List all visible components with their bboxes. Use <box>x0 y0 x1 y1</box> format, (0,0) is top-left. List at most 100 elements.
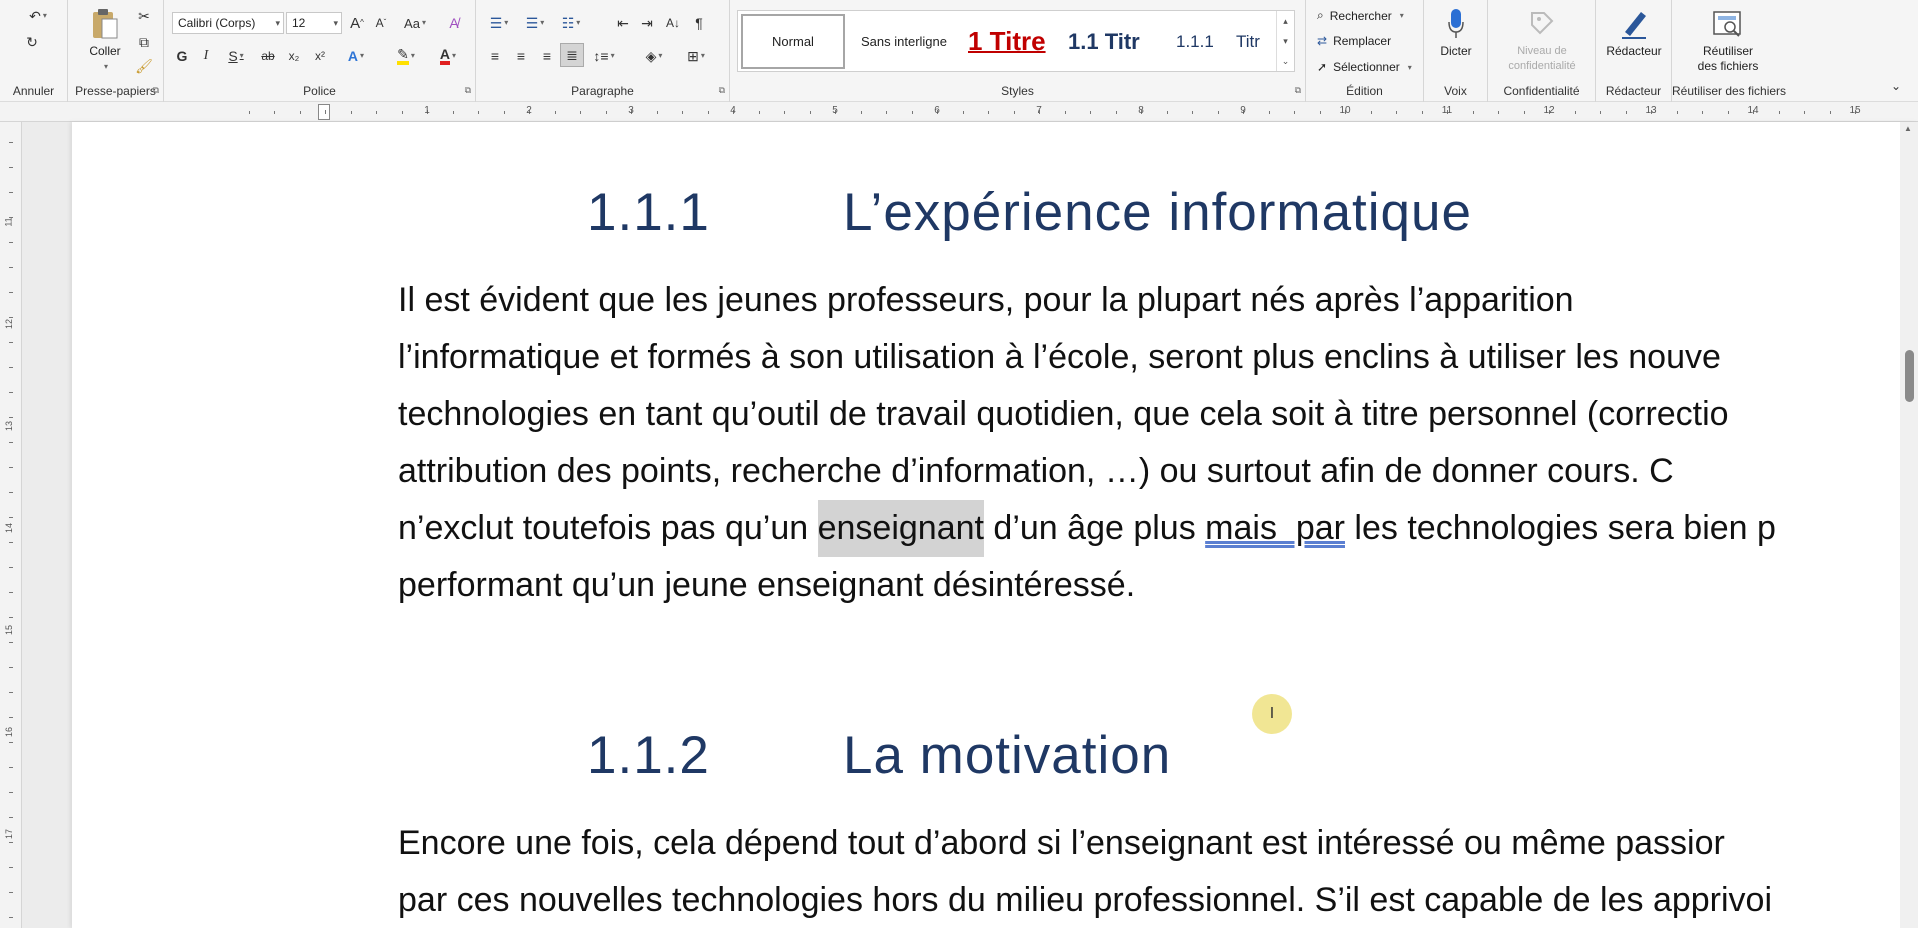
italic-button[interactable]: I <box>196 44 216 68</box>
voice-group: Dicter Voix <box>1424 0 1488 102</box>
dictate-button[interactable]: Dicter <box>1430 6 1482 59</box>
chevron-up-icon[interactable]: ▴ <box>1283 16 1288 27</box>
font-name-combo[interactable]: Calibri (Corps) ▾ <box>172 12 284 34</box>
dialog-launcher-icon[interactable]: ⧉ <box>465 85 471 96</box>
paragraph-1[interactable]: Il est évident que les jeunes professeur… <box>398 272 1918 614</box>
chevron-down-icon[interactable]: ▾ <box>1283 36 1288 47</box>
more-styles-icon[interactable]: ⌄ <box>1282 56 1290 67</box>
style-heading-4[interactable]: Titr <box>1232 14 1276 69</box>
heading-1-1-1[interactable]: 1.1.1 L’expérience informatique <box>587 182 1587 252</box>
multilevel-list-button[interactable]: ☷ ▾ <box>556 11 586 35</box>
strikethrough-button[interactable]: ab <box>256 44 280 68</box>
reuse-files-label-line2: des fichiers <box>1697 59 1759 73</box>
copy-button[interactable]: ⧉ <box>132 30 156 54</box>
highlight-color-button[interactable]: ✎ ▾ <box>388 44 424 68</box>
subscript-button[interactable]: x₂ <box>282 44 306 68</box>
ruler-tick <box>9 917 13 918</box>
dialog-launcher-icon[interactable]: ⧉ <box>153 85 159 96</box>
sensitivity-button[interactable]: Niveau de confidentialité <box>1492 6 1592 74</box>
shading-button[interactable]: ◈ ▾ <box>638 44 670 68</box>
ruler-tick <box>274 111 275 114</box>
ruler-tick <box>9 567 13 568</box>
paint-bucket-icon: ◈ <box>645 48 657 64</box>
decrease-indent-button[interactable]: ⇤ <box>612 11 634 35</box>
paste-button[interactable]: Coller ▾ <box>80 6 130 74</box>
superscript-button[interactable]: x² <box>308 44 332 68</box>
ruler-number: 3 <box>628 105 634 116</box>
line-spacing-button[interactable]: ↕≡ ▾ <box>588 44 620 68</box>
grow-font-icon: A <box>350 14 361 32</box>
dialog-launcher-icon[interactable]: ⧉ <box>719 85 725 96</box>
cut-button[interactable]: ✂ <box>132 4 156 28</box>
confidentiality-group-label: Confidentialité <box>1503 84 1580 98</box>
collapse-ribbon-button[interactable]: ⌄ <box>1884 76 1908 96</box>
grammar-flag[interactable]: mais par <box>1205 500 1345 557</box>
reuse-files-button[interactable]: Réutiliser des fichiers <box>1678 6 1778 74</box>
replace-button[interactable]: ⇄ Remplacer <box>1317 34 1391 48</box>
line-text: n’exclut toutefois pas qu’un <box>398 509 818 547</box>
editor-button[interactable]: Rédacteur <box>1600 6 1668 59</box>
find-label: Rechercher <box>1329 8 1392 23</box>
clear-formatting-button[interactable]: A̸ <box>442 11 466 35</box>
style-normal[interactable]: Normal <box>741 14 845 69</box>
redo-button[interactable]: ↻ <box>20 30 44 54</box>
ruler-tick <box>1396 111 1397 114</box>
ruler-number: 9 <box>1240 105 1246 116</box>
grow-font-button[interactable]: A ^ <box>346 11 368 35</box>
dictate-label: Dicter <box>1440 44 1472 58</box>
align-right-icon: ≡ <box>542 48 552 64</box>
vertical-ruler[interactable]: 11 12 13 14 15 16 17 <box>0 122 22 928</box>
heading-1-1-2[interactable]: 1.1.2 La motivation <box>587 725 1587 795</box>
align-left-button[interactable]: ≡ <box>484 44 506 68</box>
vertical-scrollbar[interactable]: ▲ <box>1900 122 1918 928</box>
format-painter-button[interactable]: 🖌 <box>132 54 156 78</box>
ruler-tick <box>1268 111 1270 114</box>
editor-group: Rédacteur Rédacteur <box>1596 0 1672 102</box>
ruler-tick <box>9 542 13 543</box>
change-case-button[interactable]: Aa ▾ <box>398 11 432 35</box>
horizontal-ruler[interactable]: 1 2 3 4 5 6 7 8 9 10 11 12 13 14 15 <box>0 102 1918 122</box>
ruler-margin-marker[interactable] <box>318 104 330 120</box>
find-button[interactable]: ⌕ Rechercher ▾ <box>1317 8 1404 23</box>
document-page[interactable]: 1.1.1 L’expérience informatique Il est é… <box>72 122 1918 928</box>
ruler-tick <box>9 892 13 893</box>
shrink-font-button[interactable]: Aˇ <box>370 11 392 35</box>
underline-button[interactable]: S ▾ <box>220 44 252 68</box>
bullets-button[interactable]: ☰ ▾ <box>484 11 514 35</box>
scrollbar-thumb[interactable] <box>1905 350 1914 402</box>
line-spacing-icon: ↕≡ <box>593 48 609 64</box>
dialog-launcher-icon[interactable]: ⧉ <box>1295 85 1301 96</box>
style-no-spacing[interactable]: Sans interligne <box>850 14 958 69</box>
styles-gallery-scroller[interactable]: ▴ ▾ ⌄ <box>1276 11 1294 71</box>
style-no-spacing-label: Sans interligne <box>861 34 947 49</box>
select-button[interactable]: ➚ Sélectionner ▾ <box>1317 60 1412 74</box>
ruler-tick <box>1702 111 1703 114</box>
justify-button[interactable]: ≣ <box>560 43 584 67</box>
style-heading-3[interactable]: 1.1.1 <box>1170 14 1230 69</box>
paragraph-2[interactable]: Encore une fois, cela dépend tout d’abor… <box>398 815 1918 928</box>
text-effects-button[interactable]: A ▾ <box>340 44 372 68</box>
style-heading-1[interactable]: 1 Titre <box>962 14 1058 69</box>
borders-button[interactable]: ⊞ ▾ <box>680 44 712 68</box>
increase-indent-button[interactable]: ⇥ <box>636 11 658 35</box>
redo-icon: ↻ <box>26 34 38 50</box>
sensitivity-label-line1: Niveau de <box>1517 45 1567 57</box>
scroll-up-icon[interactable]: ▲ <box>1904 124 1912 133</box>
chevron-down-icon: ▾ <box>42 11 47 20</box>
align-right-button[interactable]: ≡ <box>536 44 558 68</box>
numbering-button[interactable]: ☰ ▾ <box>520 11 550 35</box>
style-heading-2-label: 1.1 Titr <box>1068 28 1140 54</box>
ruler-tick <box>9 142 13 143</box>
bold-button[interactable]: G <box>172 44 192 68</box>
chevron-down-icon: ▾ <box>239 51 244 60</box>
undo-group: ↶ ▾ ↻ Annuler <box>0 0 68 102</box>
font-size-combo[interactable]: 12 ▾ <box>286 12 342 34</box>
align-center-button[interactable]: ≡ <box>510 44 532 68</box>
paragraph-line: l’informatique et formés à son utilisati… <box>398 329 1918 386</box>
undo-button[interactable]: ↶ ▾ <box>20 4 56 28</box>
show-formatting-button[interactable]: ¶ <box>688 11 710 35</box>
font-color-button[interactable]: A ▾ <box>430 44 466 68</box>
style-heading-2[interactable]: 1.1 Titr <box>1062 14 1166 69</box>
selected-word[interactable]: enseignant <box>817 500 984 557</box>
sort-button[interactable]: A↓ <box>662 11 684 35</box>
